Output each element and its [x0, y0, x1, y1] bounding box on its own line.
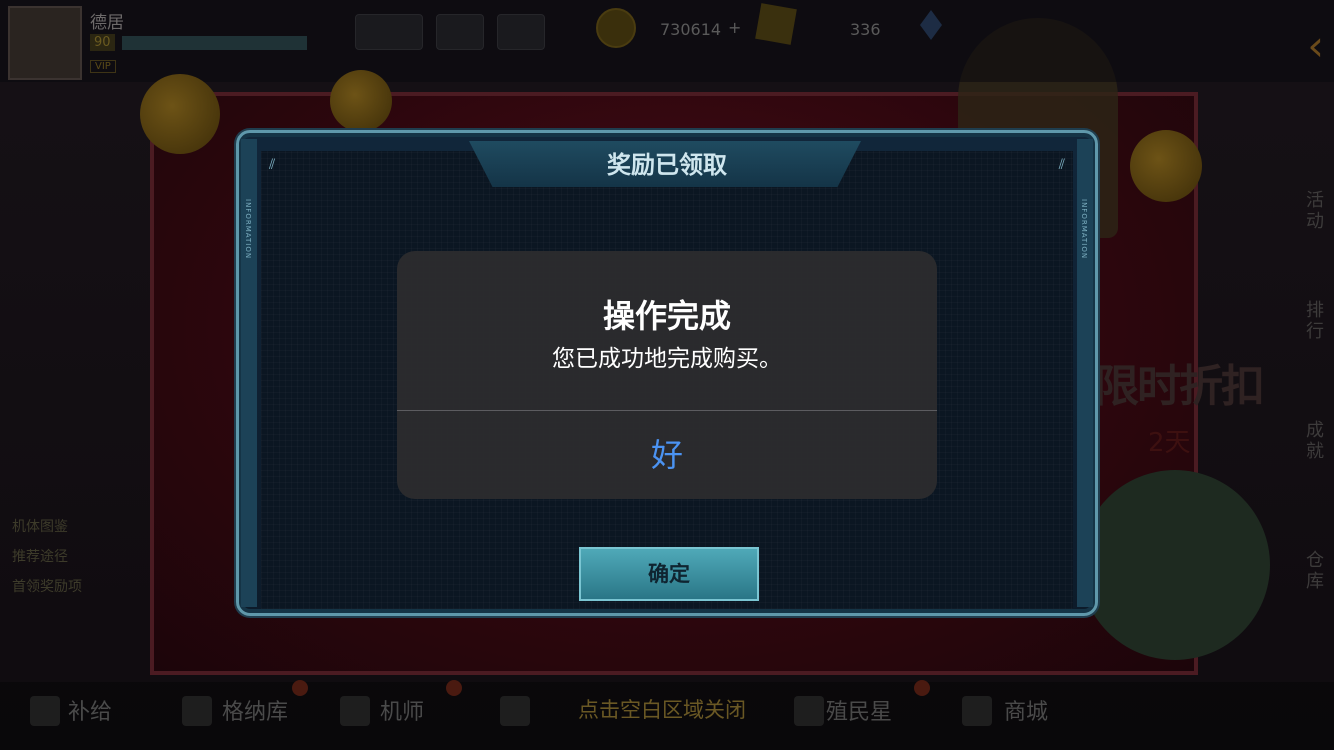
side-label: INFORMATION — [1080, 199, 1088, 260]
notification-badge — [446, 680, 462, 696]
colony-icon — [794, 696, 824, 726]
battleship-icon — [500, 696, 530, 726]
days-left: 2天 — [1148, 428, 1191, 458]
vip-badge: VIP — [90, 60, 116, 73]
gold-amount: 730614 — [660, 20, 722, 39]
shop-icon — [962, 696, 992, 726]
top-chip-3[interactable] — [497, 14, 545, 50]
supply-icon — [30, 696, 60, 726]
supply-box-icon — [755, 3, 797, 45]
nav-hangar[interactable]: 格纳库 — [222, 694, 288, 726]
left-info-panel: 机体图鉴 推荐途径 首领奖励项 — [12, 516, 152, 650]
alert-message: 您已成功地完成购买。 — [552, 346, 782, 372]
confirm-button[interactable]: 确定 — [579, 547, 759, 601]
nav-supply[interactable]: 补给 — [68, 694, 112, 726]
left-panel-row: 机体图鉴 — [12, 519, 68, 535]
nav-shop[interactable]: 商城 — [1004, 694, 1048, 726]
nav-colony[interactable]: 殖民星 — [826, 694, 892, 726]
nav-pilot[interactable]: 机师 — [380, 694, 424, 726]
left-panel-row[interactable]: 推荐途径 — [12, 546, 152, 566]
player-name: 德居 — [90, 13, 124, 33]
side-label: INFORMATION — [244, 199, 252, 260]
coin-decoration — [140, 74, 220, 154]
notification-badge — [914, 680, 930, 696]
pilot-icon — [340, 696, 370, 726]
coin-decoration — [1130, 130, 1202, 202]
dialog-right-rail: INFORMATION — [1077, 139, 1093, 607]
avatar[interactable] — [8, 6, 82, 80]
level-badge: 90 — [90, 34, 115, 51]
plus-icon[interactable]: + — [728, 18, 741, 37]
top-chip-2[interactable] — [436, 14, 484, 50]
coin-decoration — [330, 70, 392, 132]
gold-coin-icon — [596, 8, 636, 48]
exp-bar — [122, 36, 307, 50]
purchase-complete-alert: 操作完成 您已成功地完成购买。 好 — [397, 251, 937, 499]
side-item-ranking[interactable]: 排行 — [1300, 300, 1330, 342]
box-amount: 336 — [850, 20, 881, 39]
discount-banner: 限时折扣 — [1095, 361, 1265, 412]
notification-badge — [292, 680, 308, 696]
tap-blank-to-close-hint: 点击空白区域关闭 — [578, 698, 746, 722]
mascot-illustration — [1080, 470, 1270, 660]
top-chip-1[interactable] — [355, 14, 423, 50]
side-item-achievement[interactable]: 成就 — [1300, 420, 1330, 462]
alert-title: 操作完成 — [602, 297, 731, 335]
left-panel-row[interactable]: 首领奖励项 — [12, 576, 152, 596]
side-item-activity[interactable]: 活动 — [1300, 190, 1330, 232]
side-item-warehouse[interactable]: 仓库 — [1300, 550, 1330, 592]
alert-ok-button[interactable]: 好 — [397, 411, 937, 499]
dialog-title: 奖励已领取 — [607, 151, 727, 179]
hangar-icon — [182, 696, 212, 726]
back-arrow-icon[interactable]: ‹ — [1307, 25, 1324, 67]
dialog-left-rail: INFORMATION — [241, 139, 257, 607]
